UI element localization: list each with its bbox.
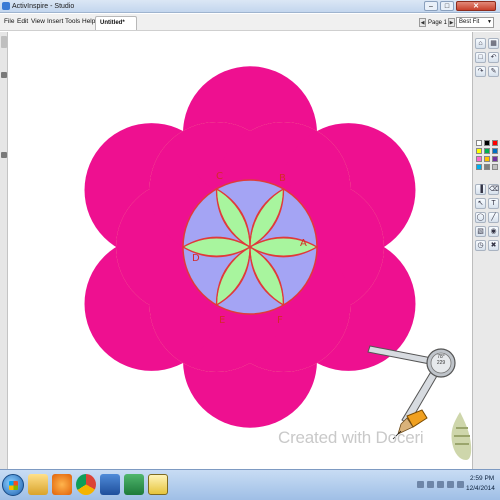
color-swatch[interactable] <box>484 164 490 170</box>
clock-date[interactable]: 12/4/2014 <box>466 484 495 493</box>
maximize-button[interactable]: □ <box>440 1 454 11</box>
browser-icon[interactable]: ▦ <box>488 38 499 49</box>
menu-edit[interactable]: Edit <box>17 17 28 27</box>
color-swatch[interactable] <box>492 156 498 162</box>
minimize-button[interactable]: – <box>424 1 438 11</box>
clock-time[interactable]: 2:59 PM <box>470 474 494 483</box>
battery-icon[interactable] <box>437 481 444 488</box>
activinspire-icon <box>2 2 10 10</box>
color-swatch[interactable] <box>492 164 498 170</box>
window-title: ActivInspire - Studio <box>12 3 75 10</box>
fill-icon[interactable]: ▧ <box>475 226 486 237</box>
color-swatch[interactable] <box>484 148 490 154</box>
collapse-icon[interactable] <box>1 152 7 158</box>
document-tab[interactable]: Untitled* <box>95 16 137 30</box>
zoom-select[interactable]: Best Fit ▼ <box>456 17 494 28</box>
compass-length-readout: 229 <box>436 360 446 366</box>
trash-icon[interactable]: ✖ <box>488 240 499 251</box>
pen-icon[interactable]: ✎ <box>488 66 499 77</box>
color-swatch[interactable] <box>476 156 482 162</box>
title-bar: ActivInspire - Studio – □ ✕ <box>0 0 500 13</box>
network-icon[interactable] <box>417 481 424 488</box>
folder-icon[interactable] <box>28 474 48 495</box>
taskbar: 2:59 PM 12/4/2014 <box>0 469 500 500</box>
compass-tool[interactable] <box>9 32 472 469</box>
text-icon[interactable]: T <box>488 198 499 209</box>
connector-icon[interactable]: ╱ <box>488 212 499 223</box>
shape-icon[interactable]: ◯ <box>475 212 486 223</box>
menu-file[interactable]: File <box>4 17 14 27</box>
close-button[interactable]: ✕ <box>456 1 496 11</box>
chrome-icon[interactable] <box>76 474 96 495</box>
doceri-hand-icon <box>451 412 472 460</box>
excel-icon[interactable] <box>124 474 144 495</box>
undo-icon[interactable]: ↶ <box>488 52 499 63</box>
show-hidden-icon[interactable] <box>457 481 464 488</box>
eraser-icon[interactable]: ⌫ <box>488 184 499 195</box>
doceri-watermark: Created with Doceri <box>278 428 424 447</box>
camera-icon[interactable]: ◉ <box>488 226 499 237</box>
color-swatch[interactable] <box>492 140 498 146</box>
menu-insert[interactable]: Insert <box>47 17 63 27</box>
left-tool-strip <box>0 32 8 469</box>
color-swatch[interactable] <box>476 140 482 146</box>
strip-handle[interactable] <box>1 36 7 48</box>
menu-bar: File Edit View Insert Tools Help Untitle… <box>0 14 500 31</box>
color-swatch[interactable] <box>492 148 498 154</box>
chevron-down-icon: ▼ <box>487 19 492 25</box>
menu-tools[interactable]: Tools <box>65 17 80 27</box>
menu-view[interactable]: View <box>31 17 45 27</box>
app-window: ActivInspire - Studio – □ ✕ File Edit Vi… <box>0 0 500 500</box>
zoom-value: Best Fit <box>459 19 480 25</box>
next-page-icon[interactable]: ▶ <box>448 18 455 27</box>
flag-icon[interactable] <box>427 481 434 488</box>
main-toolbox: ⌂ ▦ □ ↶ ↷ ✎ ▐ ⌫ ↖ T ◯ ╱ ▧ ◉ ◷ ✖ <box>472 32 500 469</box>
flipchart-canvas[interactable]: C B A D E F 78° 229 <box>9 32 472 469</box>
pin-icon[interactable] <box>1 72 7 78</box>
media-player-icon[interactable] <box>52 474 72 495</box>
color-swatch[interactable] <box>476 148 482 154</box>
highlighter-icon[interactable]: ▐ <box>475 184 486 195</box>
select-icon[interactable]: ↖ <box>475 198 486 209</box>
volume-icon[interactable] <box>447 481 454 488</box>
redo-icon[interactable]: ↷ <box>475 66 486 77</box>
clock-icon[interactable]: ◷ <box>475 240 486 251</box>
windows-logo-icon <box>9 481 18 490</box>
menu-help[interactable]: Help <box>82 17 95 27</box>
word-icon[interactable] <box>100 474 120 495</box>
color-swatch[interactable] <box>484 156 490 162</box>
start-button[interactable] <box>2 474 24 496</box>
home-icon[interactable]: ⌂ <box>475 38 486 49</box>
activinspire-icon[interactable] <box>148 474 168 495</box>
previous-page-icon[interactable]: ◀ <box>419 18 426 27</box>
color-swatch[interactable] <box>484 140 490 146</box>
page-icon[interactable]: □ <box>475 52 486 63</box>
color-swatch[interactable] <box>476 164 482 170</box>
